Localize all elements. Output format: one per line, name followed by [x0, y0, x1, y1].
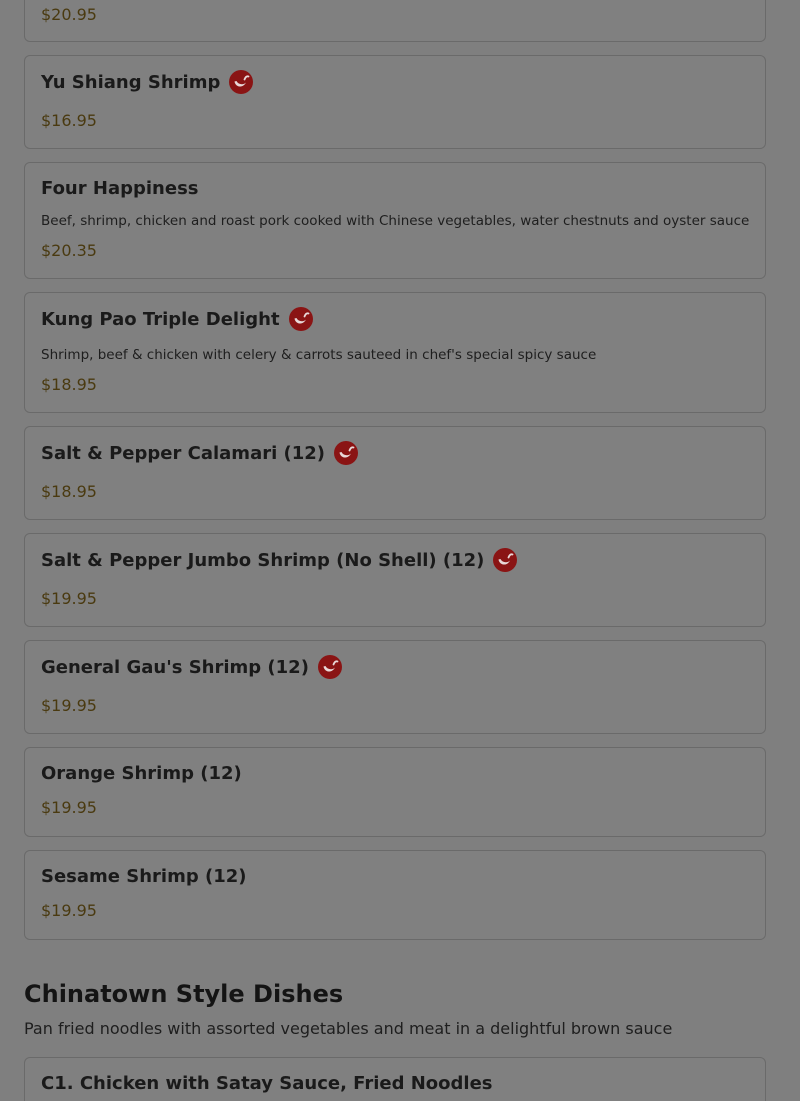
menu-item-card[interactable]: Kung Pao Triple Delight Shrimp, beef & c… [24, 292, 766, 413]
chili-pepper-icon [288, 307, 313, 331]
item-price: $19.95 [41, 901, 97, 920]
chili-pepper-icon [493, 548, 518, 572]
item-name: Yu Shiang Shrimp [41, 70, 254, 94]
menu-item-card[interactable]: Sesame Shrimp (12) $19.95 [24, 850, 766, 940]
item-price: $19.95 [41, 798, 97, 817]
menu-item-card[interactable]: Salt & Pepper Jumbo Shrimp (No Shell) (1… [24, 533, 766, 627]
item-name: Kung Pao Triple Delight [41, 307, 313, 331]
item-name-text: Sesame Shrimp (12) [41, 866, 247, 887]
menu-item-card[interactable]: Orange Shrimp (12) $19.95 [24, 747, 766, 837]
menu-item-card[interactable]: General Gau's Shrimp (12) $19.95 [24, 640, 766, 734]
item-name-text: Salt & Pepper Jumbo Shrimp (No Shell) (1… [41, 549, 485, 571]
menu-page: $20.95 Yu Shiang Shrimp $16.95 Four Happ… [0, 0, 800, 1101]
item-name: Salt & Pepper Calamari (12) [41, 441, 359, 465]
item-description: Beef, shrimp, chicken and roast pork coo… [41, 213, 750, 229]
item-price: $18.95 [41, 375, 97, 394]
item-price: $20.35 [41, 241, 97, 260]
item-price: $19.95 [41, 589, 97, 608]
item-name-text: Four Happiness [41, 178, 199, 199]
item-name-text: C1. Chicken with Satay Sauce, Fried Nood… [41, 1073, 493, 1094]
menu-item-card[interactable]: $20.95 [24, 0, 766, 42]
item-name: Salt & Pepper Jumbo Shrimp (No Shell) (1… [41, 548, 518, 572]
item-name: Sesame Shrimp (12) [41, 866, 247, 887]
menu-item-card[interactable]: Four Happiness Beef, shrimp, chicken and… [24, 162, 766, 279]
chili-pepper-icon [229, 70, 254, 94]
item-description: Shrimp, beef & chicken with celery & car… [41, 347, 597, 363]
item-name: C1. Chicken with Satay Sauce, Fried Nood… [41, 1073, 493, 1094]
chili-pepper-icon [334, 441, 359, 465]
item-name-text: Kung Pao Triple Delight [41, 308, 280, 330]
item-price: $19.95 [41, 696, 97, 715]
item-name-text: Salt & Pepper Calamari (12) [41, 442, 326, 464]
chili-pepper-icon [317, 655, 342, 679]
item-price: $16.95 [41, 111, 97, 130]
menu-item-card[interactable]: Salt & Pepper Calamari (12) $18.95 [24, 426, 766, 520]
item-name: Orange Shrimp (12) [41, 763, 242, 784]
menu-item-card[interactable]: Yu Shiang Shrimp $16.95 [24, 55, 766, 149]
item-name-text: Yu Shiang Shrimp [41, 71, 221, 93]
menu-item-card[interactable]: C1. Chicken with Satay Sauce, Fried Nood… [24, 1057, 766, 1101]
item-price: $18.95 [41, 482, 97, 501]
item-name-text: Orange Shrimp (12) [41, 763, 242, 784]
item-price: $20.95 [41, 5, 97, 24]
item-name-text: General Gau's Shrimp (12) [41, 656, 309, 678]
item-name: Four Happiness [41, 178, 199, 199]
section-title: Chinatown Style Dishes [24, 980, 344, 1008]
section-description: Pan fried noodles with assorted vegetabl… [24, 1019, 673, 1038]
item-name: General Gau's Shrimp (12) [41, 655, 342, 679]
